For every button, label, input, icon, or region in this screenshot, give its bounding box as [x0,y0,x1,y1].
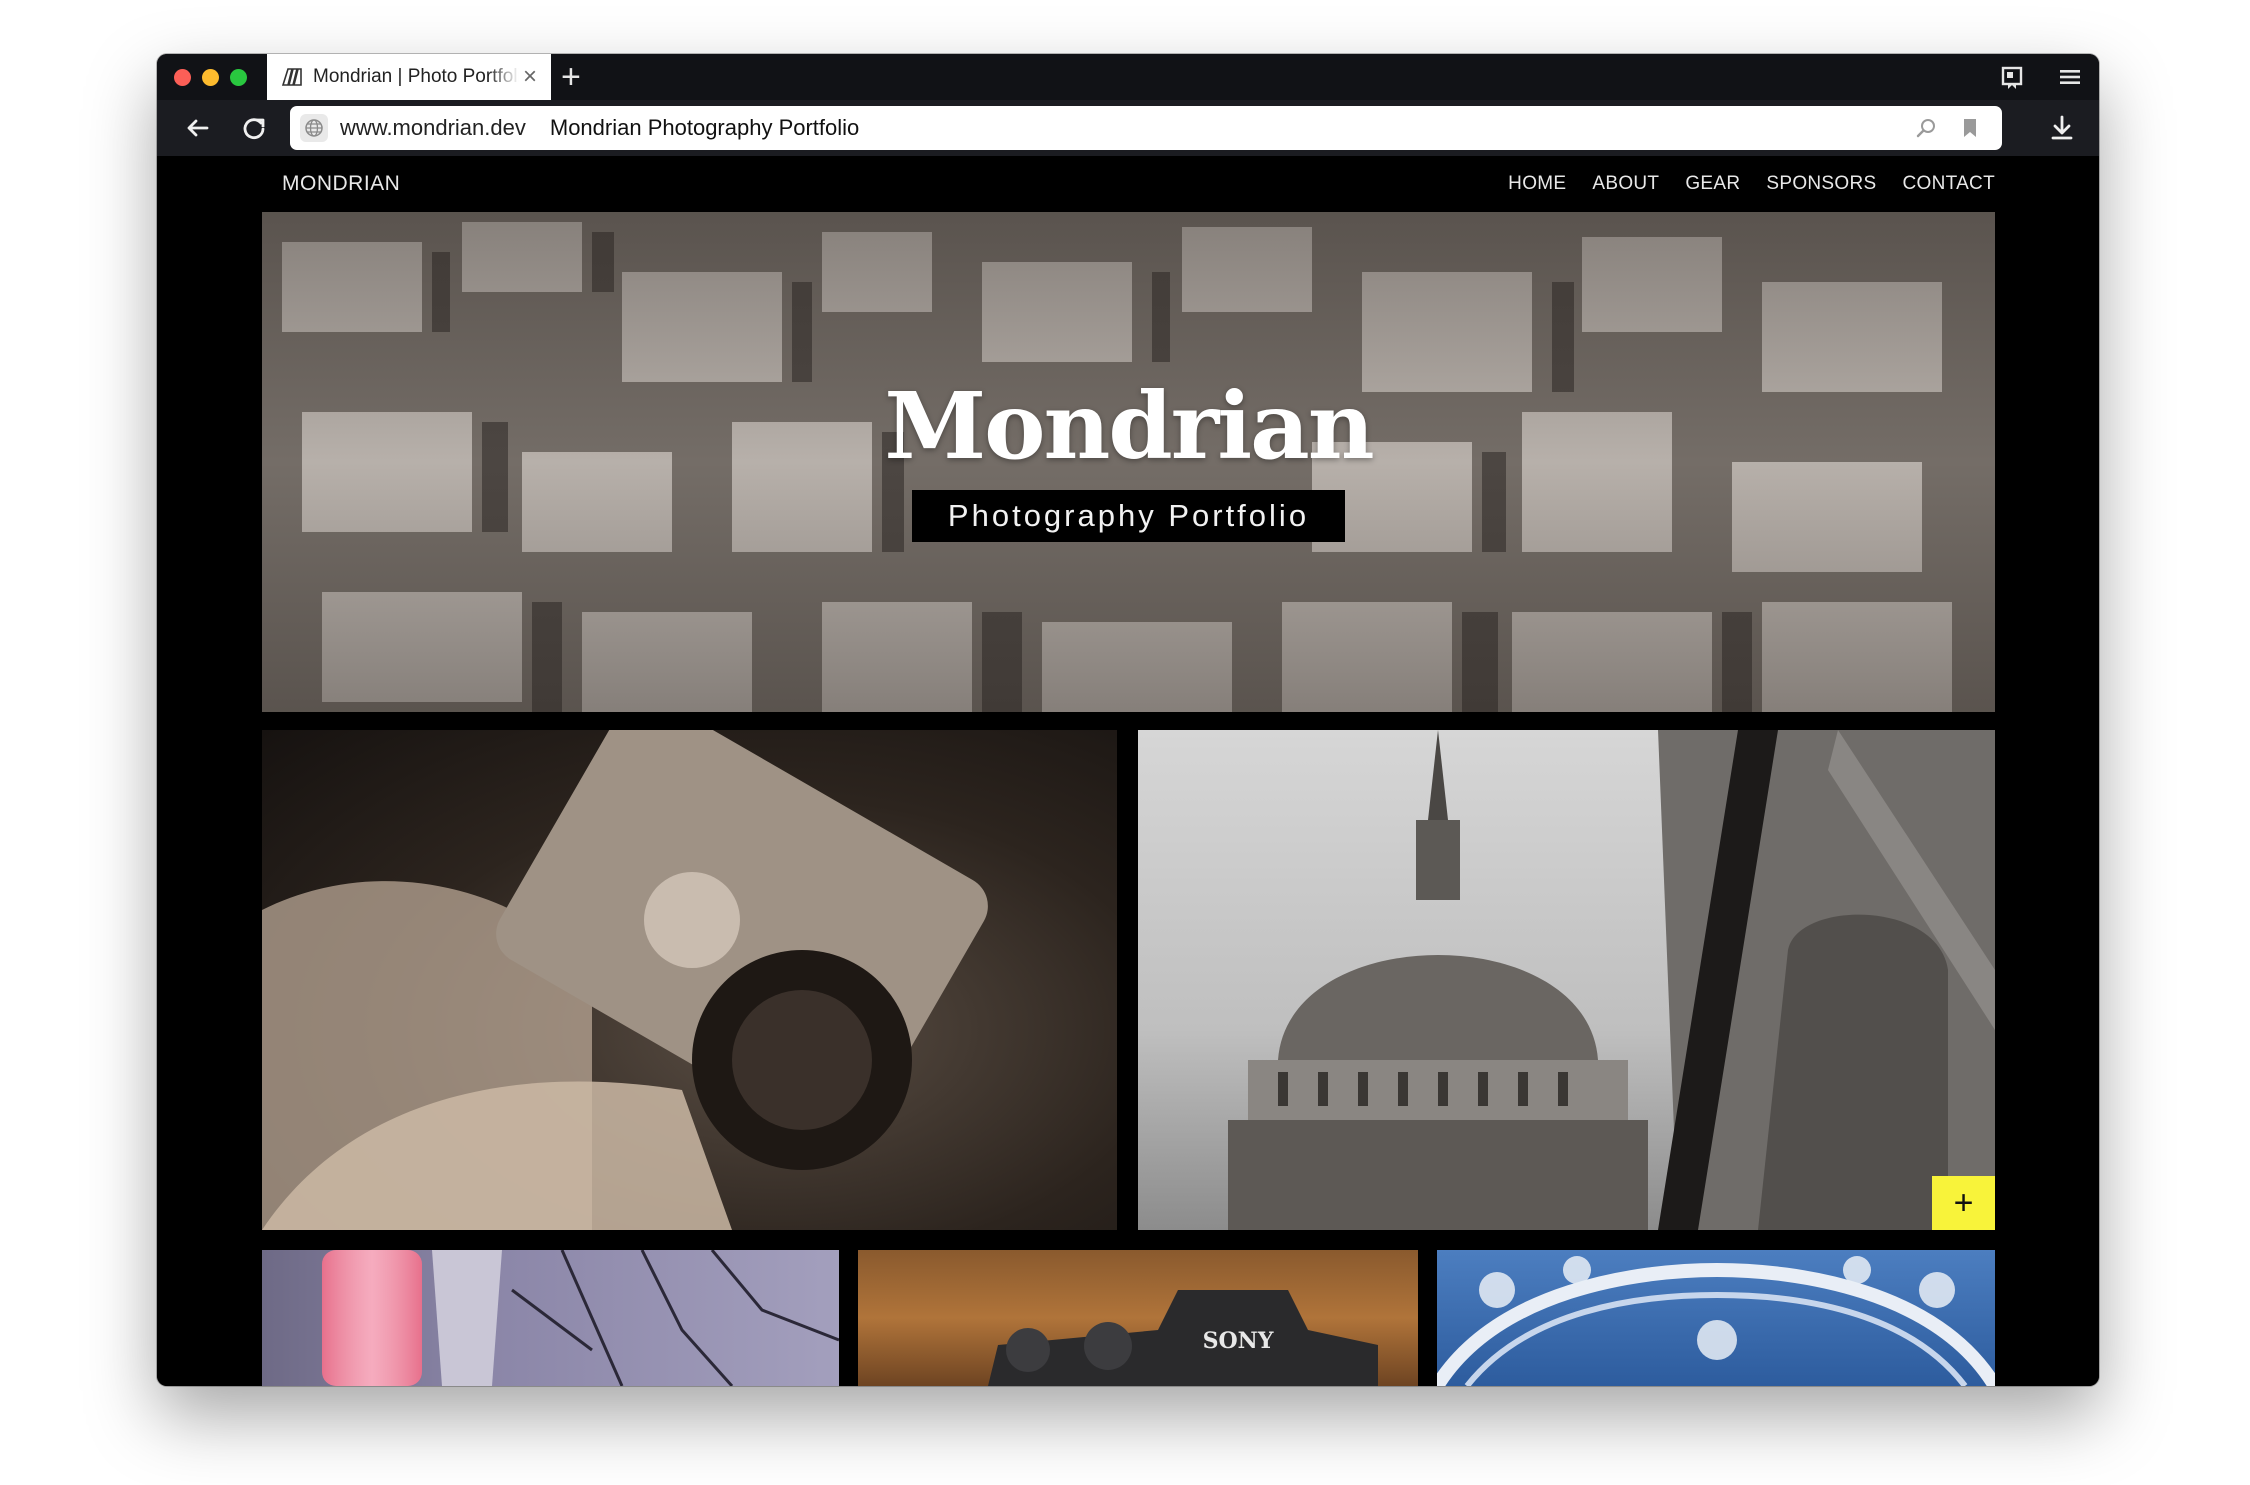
website: MONDRIAN HOME ABOUT GEAR SPONSORS CONTAC… [157,156,2099,1386]
browser-window: Mondrian | Photo Portfolio × + www.mondr… [157,54,2099,1386]
mondrian-favicon-icon [281,68,302,86]
url-page-title: Mondrian Photography Portfolio [549,115,860,140]
nav-gear[interactable]: GEAR [1685,173,1740,195]
hero-heading-group: Mondrian Photography Portfolio [262,380,1995,542]
hamburger-menu-icon[interactable] [2057,64,2083,90]
cathedral-dome-photo [1228,730,1995,1230]
nav-sponsors[interactable]: SPONSORS [1766,173,1876,195]
hero-subtitle: Photography Portfolio [911,490,1346,542]
tab-mondrian[interactable]: Mondrian | Photo Portfolio × [267,54,551,100]
gallery-tile-camera[interactable] [262,730,1117,1230]
gallery-tile-dome[interactable]: + [1138,730,1995,1230]
nav-contact[interactable]: CONTACT [1902,173,1995,195]
gallery-tile-sony[interactable]: SONY [858,1250,1418,1386]
reload-icon[interactable] [239,113,269,143]
close-window-button[interactable] [174,69,191,86]
back-arrow-icon[interactable] [182,113,212,143]
sidebar-icon[interactable] [1999,64,2025,90]
tab-title: Mondrian | Photo Portfolio [313,66,519,87]
address-bar[interactable]: www.mondrian.dev Mondrian Photography Po… [290,106,2002,150]
site-brand[interactable]: MONDRIAN [282,172,400,196]
gallery-tile-lantern[interactable] [262,1250,839,1386]
site-menu: HOME ABOUT GEAR SPONSORS CONTACT [1508,173,1995,195]
tab-close-icon[interactable]: × [523,65,537,89]
camera-in-hands-photo [262,730,988,1230]
bookmark-icon[interactable] [1958,116,1982,140]
url-host: www.mondrian.dev [340,115,526,140]
ornate-tiles-photo [1437,1256,1995,1386]
lantern-blossom-photo [322,1250,839,1386]
download-icon[interactable] [2047,113,2077,143]
new-tab-button[interactable]: + [561,60,581,94]
maximize-window-button[interactable] [230,69,247,86]
tab-strip: Mondrian | Photo Portfolio × + [157,54,2099,100]
sony-camera-photo: SONY [988,1290,1378,1386]
nav-home[interactable]: HOME [1508,173,1566,195]
minimize-window-button[interactable] [202,69,219,86]
expand-plus-button[interactable]: + [1932,1176,1995,1230]
hero-banner: Mondrian Photography Portfolio [262,212,1995,712]
magnifier-icon[interactable] [1914,116,1938,140]
hero-title: Mondrian [884,372,1374,480]
nav-about[interactable]: ABOUT [1592,173,1659,195]
sony-label: SONY [1203,1328,1274,1354]
browser-toolbar: www.mondrian.dev Mondrian Photography Po… [157,100,2099,156]
globe-icon[interactable] [300,114,328,142]
site-navbar: MONDRIAN HOME ABOUT GEAR SPONSORS CONTAC… [262,156,1995,212]
gallery-tile-azulejo[interactable] [1437,1250,1995,1386]
